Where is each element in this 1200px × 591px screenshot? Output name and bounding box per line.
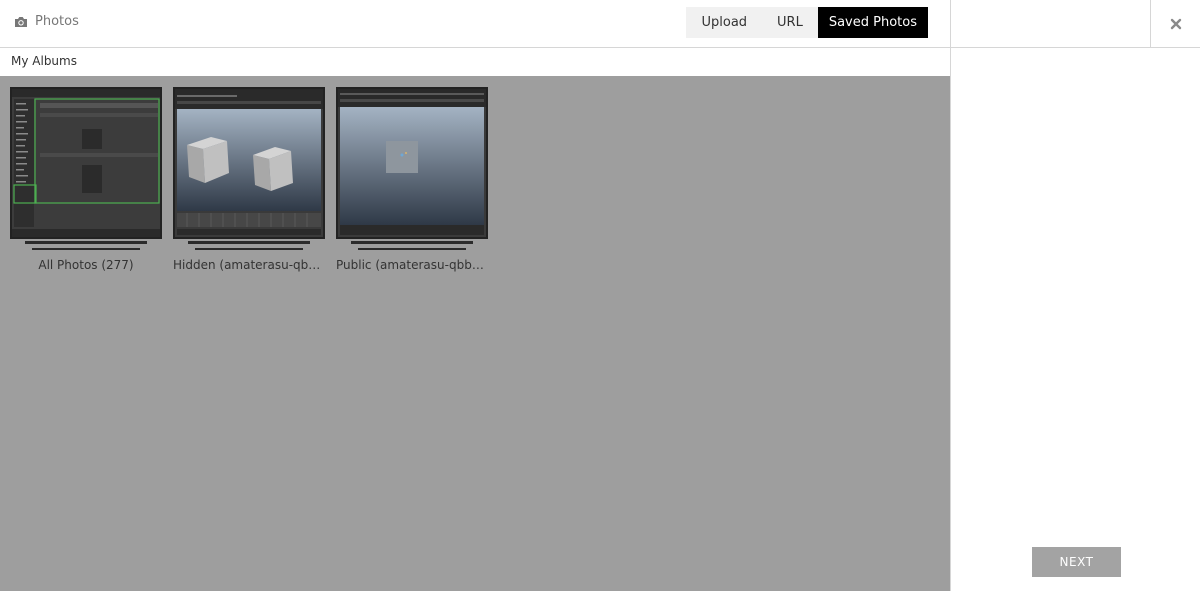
close-icon (1170, 15, 1182, 34)
preview-sidebar: NEXT (950, 0, 1200, 591)
album-thumbnail (336, 87, 488, 239)
header: Photos Upload URL Saved Photos (0, 0, 950, 48)
album-thumbnail (10, 87, 162, 239)
album-name: Hidden (amaterasu-qbb) ... (173, 258, 325, 272)
album-name: Public (amaterasu-qbb) (... (336, 258, 488, 272)
panel-title-text: Photos (35, 14, 79, 29)
close-button[interactable] (1150, 0, 1200, 48)
next-button[interactable]: NEXT (1032, 547, 1121, 577)
album-card[interactable]: All Photos (277) (10, 87, 162, 272)
album-card[interactable]: Hidden (amaterasu-qbb) ... (173, 87, 325, 272)
album-thumbnail (173, 87, 325, 239)
camera-icon (14, 16, 28, 28)
panel-title: Photos (14, 14, 79, 29)
sidebar-header (951, 0, 1200, 48)
tab-saved-photos[interactable]: Saved Photos (817, 7, 928, 38)
albums-subheader: My Albums (0, 48, 950, 76)
album-gallery[interactable]: All Photos (277) Hidden (amaterasu-qbb) … (0, 76, 950, 591)
photos-panel: Photos Upload URL Saved Photos My Albums (0, 0, 950, 591)
album-card[interactable]: Public (amaterasu-qbb) (... (336, 87, 488, 272)
tab-url[interactable]: URL (762, 7, 818, 38)
tab-upload[interactable]: Upload (686, 7, 762, 38)
source-tabs: Upload URL Saved Photos (686, 7, 928, 38)
photo-picker-dialog: Photos Upload URL Saved Photos My Albums (0, 0, 1200, 591)
album-name: All Photos (277) (38, 258, 134, 272)
albums-heading: My Albums (11, 54, 77, 68)
